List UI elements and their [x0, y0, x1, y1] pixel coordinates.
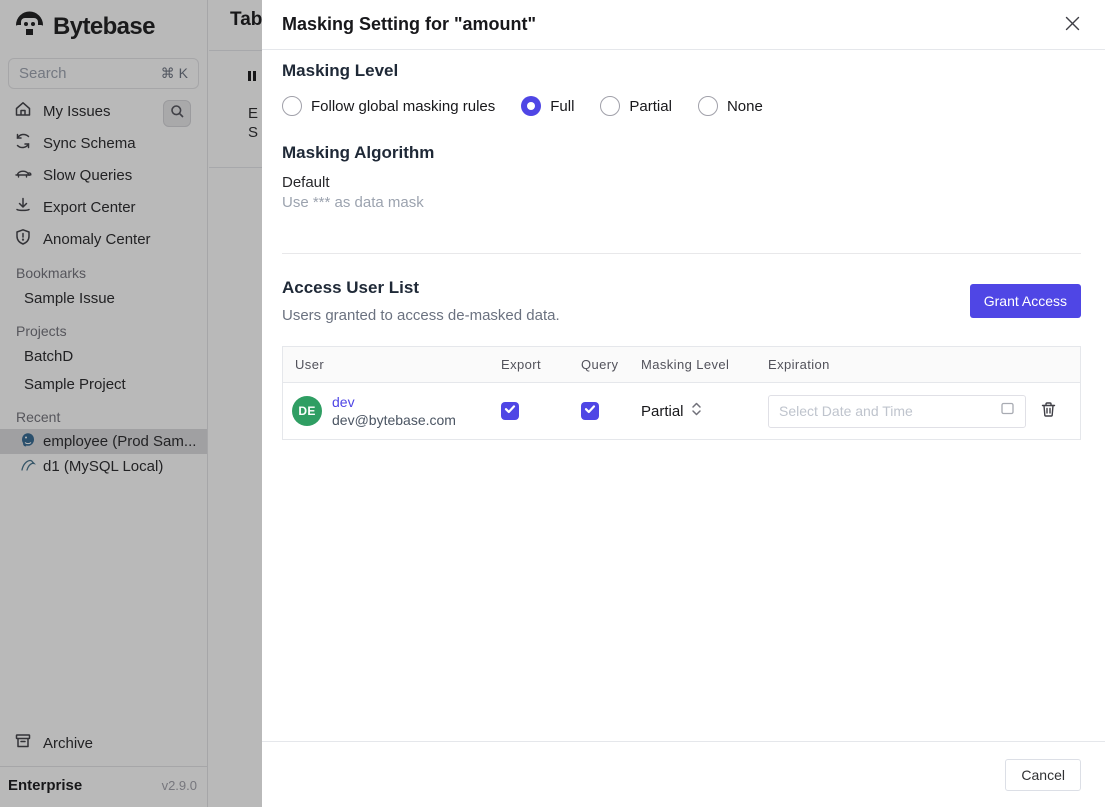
radio-circle [282, 96, 302, 116]
dialog-header: Masking Setting for "amount" [262, 0, 1105, 50]
user-email: dev@bytebase.com [332, 412, 456, 428]
select-chevrons-icon [691, 401, 702, 421]
radio-full[interactable]: Full [521, 96, 574, 116]
radio-follow-global[interactable]: Follow global masking rules [282, 96, 495, 116]
query-checkbox[interactable] [581, 402, 599, 420]
masking-algorithm-heading: Masking Algorithm [282, 143, 435, 162]
cancel-button[interactable]: Cancel [1005, 758, 1081, 791]
access-header-row: Access User List Users granted to access… [282, 278, 1081, 324]
dialog-body: Masking Level Follow global masking rule… [262, 61, 1105, 440]
algorithm-name: Default [282, 174, 330, 191]
masking-level-value: Partial [641, 402, 684, 420]
export-checkbox[interactable] [501, 402, 519, 420]
access-user-table: User Export Query Masking Level Expirati… [282, 346, 1081, 440]
close-icon [1063, 14, 1082, 36]
access-header-text: Access User List Users granted to access… [282, 278, 560, 324]
column-header-expiration: Expiration [768, 357, 830, 372]
radio-label: Follow global masking rules [311, 97, 496, 115]
screen: Bytebase Search ⌘ K My Issues Sync Schem… [0, 0, 1105, 807]
dialog-footer: Cancel [262, 741, 1105, 807]
delete-access-button[interactable] [1040, 401, 1057, 421]
column-header-actions [1026, 355, 1080, 375]
masking-level-select[interactable]: Partial [629, 401, 756, 421]
radio-none[interactable]: None [697, 96, 763, 116]
check-icon [584, 402, 596, 420]
user-identity: dev dev@bytebase.com [332, 393, 456, 429]
radio-partial[interactable]: Partial [600, 96, 672, 116]
trash-icon [1040, 401, 1057, 421]
user-name-link[interactable]: dev [332, 393, 456, 411]
radio-circle [697, 96, 718, 116]
column-header-user: User [295, 357, 325, 372]
access-user-list-subheading: Users granted to access de-masked data. [282, 307, 560, 324]
section-divider [282, 253, 1081, 254]
radio-circle [600, 96, 621, 116]
access-user-list-heading: Access User List [282, 278, 420, 297]
export-cell [489, 402, 569, 420]
dialog-title: Masking Setting for "amount" [282, 14, 537, 34]
close-button[interactable] [1061, 14, 1083, 36]
expiration-date-input[interactable] [779, 403, 1000, 419]
column-header-export: Export [501, 357, 541, 372]
avatar: DE [292, 396, 322, 426]
calendar-icon [1000, 401, 1015, 421]
table-row: DE dev dev@bytebase.com Partial Select D… [283, 383, 1080, 439]
algorithm-description: Use *** as data mask [282, 194, 424, 211]
masking-level-radio-group: Follow global masking rules Full Partial… [282, 96, 1081, 116]
radio-label: Partial [629, 97, 672, 115]
check-icon [504, 402, 516, 420]
masking-setting-dialog: Masking Setting for "amount" Masking Lev… [262, 0, 1105, 807]
actions-cell [1026, 401, 1080, 421]
radio-label: Full [550, 97, 575, 115]
radio-circle-selected [521, 96, 542, 116]
radio-label: None [726, 97, 763, 115]
column-header-masking-level: Masking Level [641, 357, 730, 372]
user-cell: DE dev dev@bytebase.com [283, 393, 489, 429]
query-cell [569, 402, 629, 420]
masking-level-heading: Masking Level [282, 61, 399, 80]
expiration-cell [756, 394, 1026, 428]
table-header-row: User Export Query Masking Level Expirati… [283, 347, 1080, 383]
column-header-query: Query [581, 357, 619, 372]
expiration-date-picker[interactable] [768, 394, 1026, 428]
grant-access-button[interactable]: Grant Access [969, 284, 1081, 318]
